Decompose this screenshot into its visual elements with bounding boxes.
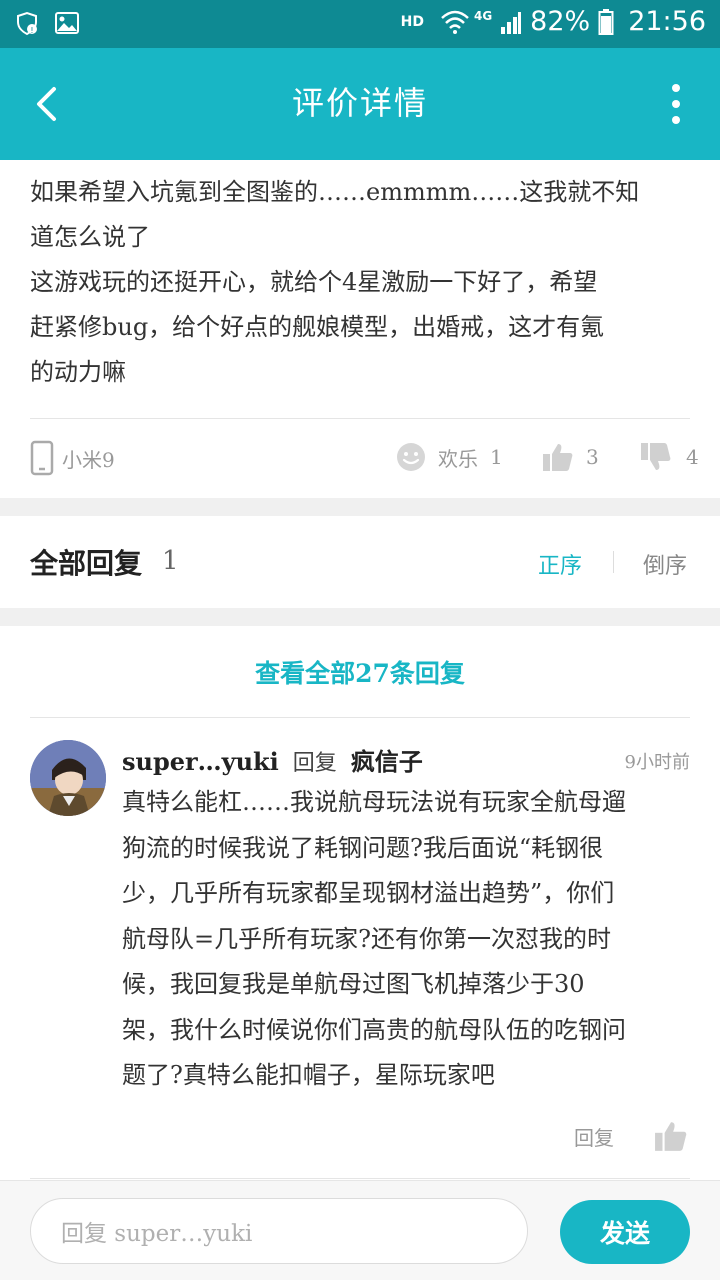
sort-divider [613,551,614,573]
reply-verb: 回复 [292,751,337,776]
sort-descending-button[interactable]: 倒序 [643,548,687,580]
clock: 21:56 [628,6,706,37]
replies-count: 1 [162,546,179,576]
phone-icon [30,440,54,476]
review-line: 赶紧修bug，给个好点的舰娘模型，出婚戒，这才有氪 [30,313,605,341]
review-line: 的动力嘛 [30,358,126,386]
wifi-icon [441,10,469,34]
section-gap [0,608,720,626]
reply-line: 题了?真特么能扣帽子，星际玩家吧 [122,1061,495,1089]
reply-composer: 回复 super…yuki 发送 [0,1180,720,1280]
avatar[interactable] [30,740,106,816]
reply-line: 架，我什么时候说你们高贵的航母队伍的吃钢问 [122,1015,626,1044]
signal-bars-icon [501,11,522,34]
like-count: 3 [586,445,599,469]
mood-label: 欢乐 [438,446,478,471]
reply-timestamp: 9小时前 [624,752,690,773]
sort-ascending-button[interactable]: 正序 [538,548,582,580]
more-vertical-icon[interactable] [664,84,688,124]
dislike-count: 4 [686,445,699,469]
reply-to-comment-button[interactable]: 回复 [574,1122,614,1151]
reply-line: 真特么能杠……我说航母玩法说有玩家全航母遛 [122,788,626,816]
reply-header: super…yuki 回复 疯信子 [122,742,423,777]
page-title: 评价详情 [291,84,428,122]
avatar-image [30,740,106,816]
title-bar: 评价详情 [0,48,720,160]
mood-tag[interactable]: 欢乐 1 [396,442,503,472]
gallery-icon [55,12,79,34]
view-all-replies-link[interactable]: 查看全部27条回复 [0,654,720,690]
signal-type: 4G [473,8,493,23]
dislike-button[interactable]: 4 [640,442,699,472]
reply-target-user[interactable]: 疯信子 [351,742,423,777]
send-button[interactable]: 发送 [560,1200,690,1264]
reply-line: 少，几乎所有玩家都呈现钢材溢出趋势”，你们 [122,879,615,907]
device-info: 小米9 [30,440,115,476]
divider [30,1178,690,1179]
reply-username[interactable]: super…yuki [122,747,279,776]
battery-icon [598,8,614,35]
review-line: 这游戏玩的还挺开心，就给个4星激励一下好了，希望 [30,268,598,296]
replies-header: 全部回复 1 正序 倒序 [0,516,720,608]
shield-check-icon: ! [17,11,37,36]
smile-icon [397,443,425,471]
battery-percent: 82% [530,6,591,37]
reply-body: 真特么能杠……我说航母玩法说有玩家全航母遛 狗流的时候我说了耗钢问题?我后面说“… [122,780,692,1099]
thumbs-up-icon [543,444,573,471]
replies-title: 全部回复 [30,547,143,580]
review-line: 如果希望入坑氪到全图鉴的……emmmm……这我就不知 [30,178,640,206]
network-label: HD [400,13,424,30]
like-button[interactable]: 3 [542,442,599,472]
thumbs-down-icon [641,443,671,470]
reply-input[interactable]: 回复 super…yuki [30,1198,528,1264]
device-name: 小米9 [62,447,115,472]
thumbs-up-icon[interactable] [654,1120,688,1152]
divider [30,418,690,419]
status-bar: ! HD 4G 82% 21:56 [0,0,720,48]
divider [30,717,690,718]
mood-count: 1 [490,445,503,469]
review-meta: 小米9 欢乐 1 3 4 [30,438,699,482]
reply-line: 候，我回复我是单航母过图飞机掉落少于30 [122,970,585,998]
review-text: 如果希望入坑氪到全图鉴的……emmmm……这我就不知 道怎么说了 这游戏玩的还挺… [30,170,690,395]
reply-line: 狗流的时候我说了耗钢问题?我后面说“耗钢很 [122,833,604,862]
svg-text:!: ! [30,26,33,35]
review-line: 道怎么说了 [30,223,150,251]
section-gap [0,498,720,516]
reply-actions: 回复 [574,1120,688,1152]
reply-line: 航母队=几乎所有玩家?还有你第一次怼我的时 [122,924,611,953]
